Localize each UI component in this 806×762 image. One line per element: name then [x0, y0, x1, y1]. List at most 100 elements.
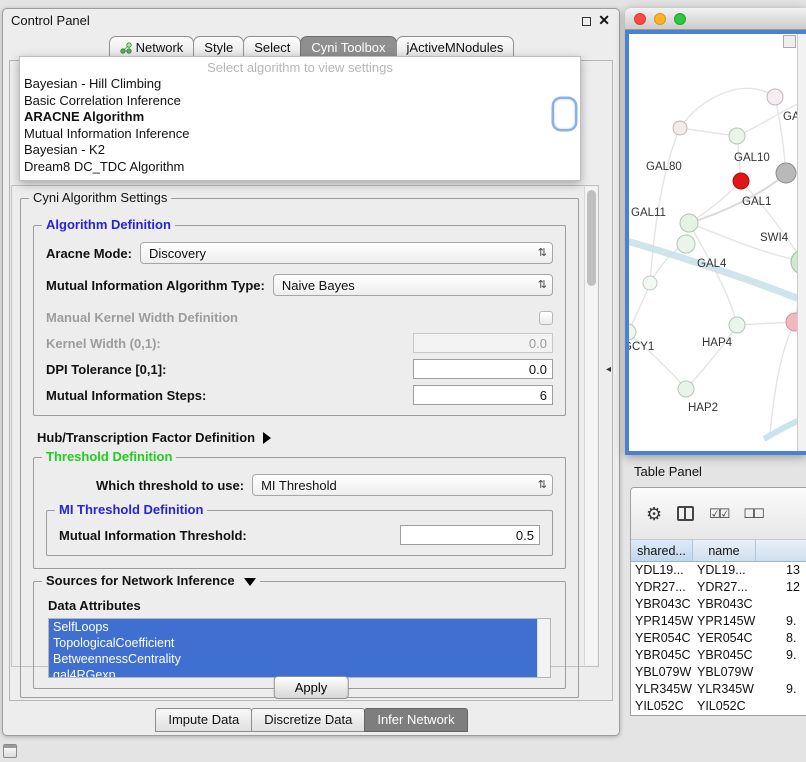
algorithm-option[interactable]: ARACNE Algorithm: [20, 109, 580, 126]
table-cell: 9.: [756, 647, 806, 664]
network-canvas-svg[interactable]: GALGAL80GAL10GAL1GAL11SWI4GAL4GCY1HAP4HA…: [629, 34, 798, 451]
table-row[interactable]: YLR345WYLR345W9.: [631, 681, 806, 698]
network-window-titlebar[interactable]: [625, 8, 806, 30]
column-browser-icon[interactable]: [677, 506, 694, 521]
tab-discretize-data[interactable]: Discretize Data: [251, 708, 365, 732]
table-row[interactable]: YDL19...YDL19...13: [631, 562, 806, 579]
table-row[interactable]: YPR145WYPR145W9.: [631, 613, 806, 630]
table-cell: YIL052C: [693, 698, 756, 715]
which-threshold-label: Which threshold to use:: [96, 478, 244, 493]
table-row[interactable]: YBR045CYBR045C9.: [631, 647, 806, 664]
data-attribute-item[interactable]: TopologicalCoefficient: [49, 635, 537, 651]
mi-algorithm-type-select[interactable]: Naive Bayes ⇅: [273, 274, 553, 296]
algorithm-option[interactable]: Dream8 DC_TDC Algorithm: [20, 159, 580, 176]
tab-label: jActiveMNodules: [407, 40, 504, 55]
mi-steps-input[interactable]: 6: [413, 385, 553, 405]
data-attribute-item[interactable]: BetweennessCentrality: [49, 651, 537, 667]
sources-group: Sources for Network Inference Data Attri…: [33, 581, 566, 689]
table-cell: [756, 664, 806, 681]
dpi-tolerance-label: DPI Tolerance [0,1]:: [46, 362, 166, 377]
manual-kernel-label: Manual Kernel Width Definition: [46, 310, 238, 325]
birdseye-button[interactable]: [783, 35, 796, 48]
table-panel: ⚙ ☑☑ ☐☐ shared... name YDL19...YDL19...1…: [630, 487, 806, 716]
table-cell: 12: [756, 579, 806, 596]
control-panel-window: Control Panel ✕ Network Style Select: [2, 8, 620, 736]
network-node[interactable]: [729, 317, 745, 333]
table-cell: YDL19...: [693, 562, 756, 579]
table-row[interactable]: YBR043CYBR043C: [631, 596, 806, 613]
gear-icon[interactable]: ⚙: [646, 505, 662, 523]
algorithm-option[interactable]: Bayesian - Hill Climbing: [20, 76, 580, 93]
data-attribute-item[interactable]: SelfLoops: [49, 619, 537, 635]
table-row[interactable]: YDR27...YDR27...12: [631, 579, 806, 596]
network-node[interactable]: [733, 173, 749, 189]
hub-definition-toggle[interactable]: Hub/Transcription Factor Definition: [37, 430, 568, 445]
column-header-extra[interactable]: [756, 540, 806, 561]
column-header-name[interactable]: name: [693, 540, 756, 561]
threshold-type-select[interactable]: MI Threshold ⇅: [252, 474, 553, 496]
network-node[interactable]: [680, 214, 698, 232]
network-frame: GALGAL80GAL10GAL1GAL11SWI4GAL4GCY1HAP4HA…: [625, 30, 806, 455]
cyni-algorithm-settings-group: Cyni Algorithm Settings Algorithm Defini…: [20, 198, 579, 698]
mi-threshold-input[interactable]: 0.5: [400, 525, 540, 545]
network-vertical-scrollbar[interactable]: [797, 34, 806, 451]
network-node[interactable]: [776, 163, 796, 183]
zoom-traffic-light-icon[interactable]: [674, 13, 686, 25]
table-cell: 13: [756, 562, 806, 579]
node-label: GAL80: [646, 161, 682, 173]
expanded-arrow-icon: [244, 578, 256, 586]
desktop: Control Panel ✕ Network Style Select: [0, 0, 806, 762]
network-node[interactable]: [673, 121, 687, 135]
splitter-collapse-arrow[interactable]: ◂: [606, 364, 611, 375]
table-row[interactable]: YER054CYER054C8.: [631, 630, 806, 647]
close-traffic-light-icon[interactable]: [634, 13, 646, 25]
node-label: GAL10: [734, 152, 770, 164]
table-cell: YLR345W: [693, 681, 756, 698]
table-row[interactable]: YBL079WYBL079W: [631, 664, 806, 681]
network-node[interactable]: [678, 381, 694, 397]
table-cell: YBL079W: [693, 664, 756, 681]
close-icon[interactable]: ✕: [598, 12, 610, 29]
combo-scroller-fragment: [554, 99, 575, 129]
table-cell: 9.: [756, 613, 806, 630]
kernel-width-input: 0.0: [413, 333, 553, 353]
sources-group-title[interactable]: Sources for Network Inference: [42, 573, 260, 588]
node-label: SWI4: [760, 232, 789, 244]
network-node[interactable]: [643, 276, 657, 290]
settings-scrollbar[interactable]: [584, 187, 597, 665]
algorithm-option[interactable]: Basic Correlation Inference: [20, 93, 580, 110]
network-view-window: GALGAL80GAL10GAL1GAL11SWI4GAL4GCY1HAP4HA…: [625, 8, 806, 455]
aracne-mode-label: Aracne Mode:: [46, 246, 132, 261]
aracne-mode-select[interactable]: Discovery ⇅: [140, 242, 553, 264]
network-node[interactable]: [677, 235, 695, 253]
data-attributes-list[interactable]: SelfLoopsTopologicalCoefficientBetweenne…: [48, 618, 551, 678]
float-window-icon[interactable]: [582, 17, 591, 26]
column-header-shared-name[interactable]: shared...: [631, 540, 693, 561]
table-cell: YBL079W: [631, 664, 693, 681]
combo-value: Naive Bayes: [282, 278, 538, 293]
network-node[interactable]: [767, 89, 783, 105]
node-label: HAP4: [702, 337, 733, 349]
minimized-panel-icon[interactable]: [3, 744, 17, 758]
manual-kernel-checkbox: [539, 311, 553, 325]
select-all-checkboxes-icon[interactable]: ☑☑: [709, 507, 728, 520]
list-scrollbar[interactable]: [537, 619, 550, 677]
tab-impute-data[interactable]: Impute Data: [155, 708, 252, 732]
algorithm-option[interactable]: Mutual Information Inference: [20, 126, 580, 143]
table-cell: YPR145W: [631, 613, 693, 630]
network-canvas[interactable]: GALGAL80GAL10GAL1GAL11SWI4GAL4GCY1HAP4HA…: [629, 34, 806, 451]
apply-button[interactable]: Apply: [274, 676, 349, 699]
minimize-traffic-light-icon[interactable]: [654, 13, 666, 25]
group-title: Algorithm Definition: [42, 217, 175, 232]
algorithm-placeholder-option[interactable]: Select algorithm to view settings: [20, 59, 580, 76]
node-label: GAL4: [697, 258, 727, 270]
scrollbar-thumb[interactable]: [587, 190, 596, 286]
dpi-tolerance-input[interactable]: 0.0: [413, 359, 553, 379]
table-row[interactable]: YIL052CYIL052C: [631, 698, 806, 715]
algorithm-option[interactable]: Bayesian - K2: [20, 142, 580, 159]
algorithm-dropdown-list: Bayesian - Hill ClimbingBasic Correlatio…: [20, 76, 580, 175]
tab-infer-network[interactable]: Infer Network: [364, 708, 467, 732]
table-panel-title: Table Panel: [634, 464, 702, 479]
network-node[interactable]: [729, 128, 745, 144]
deselect-all-checkboxes-icon[interactable]: ☐☐: [743, 507, 762, 520]
